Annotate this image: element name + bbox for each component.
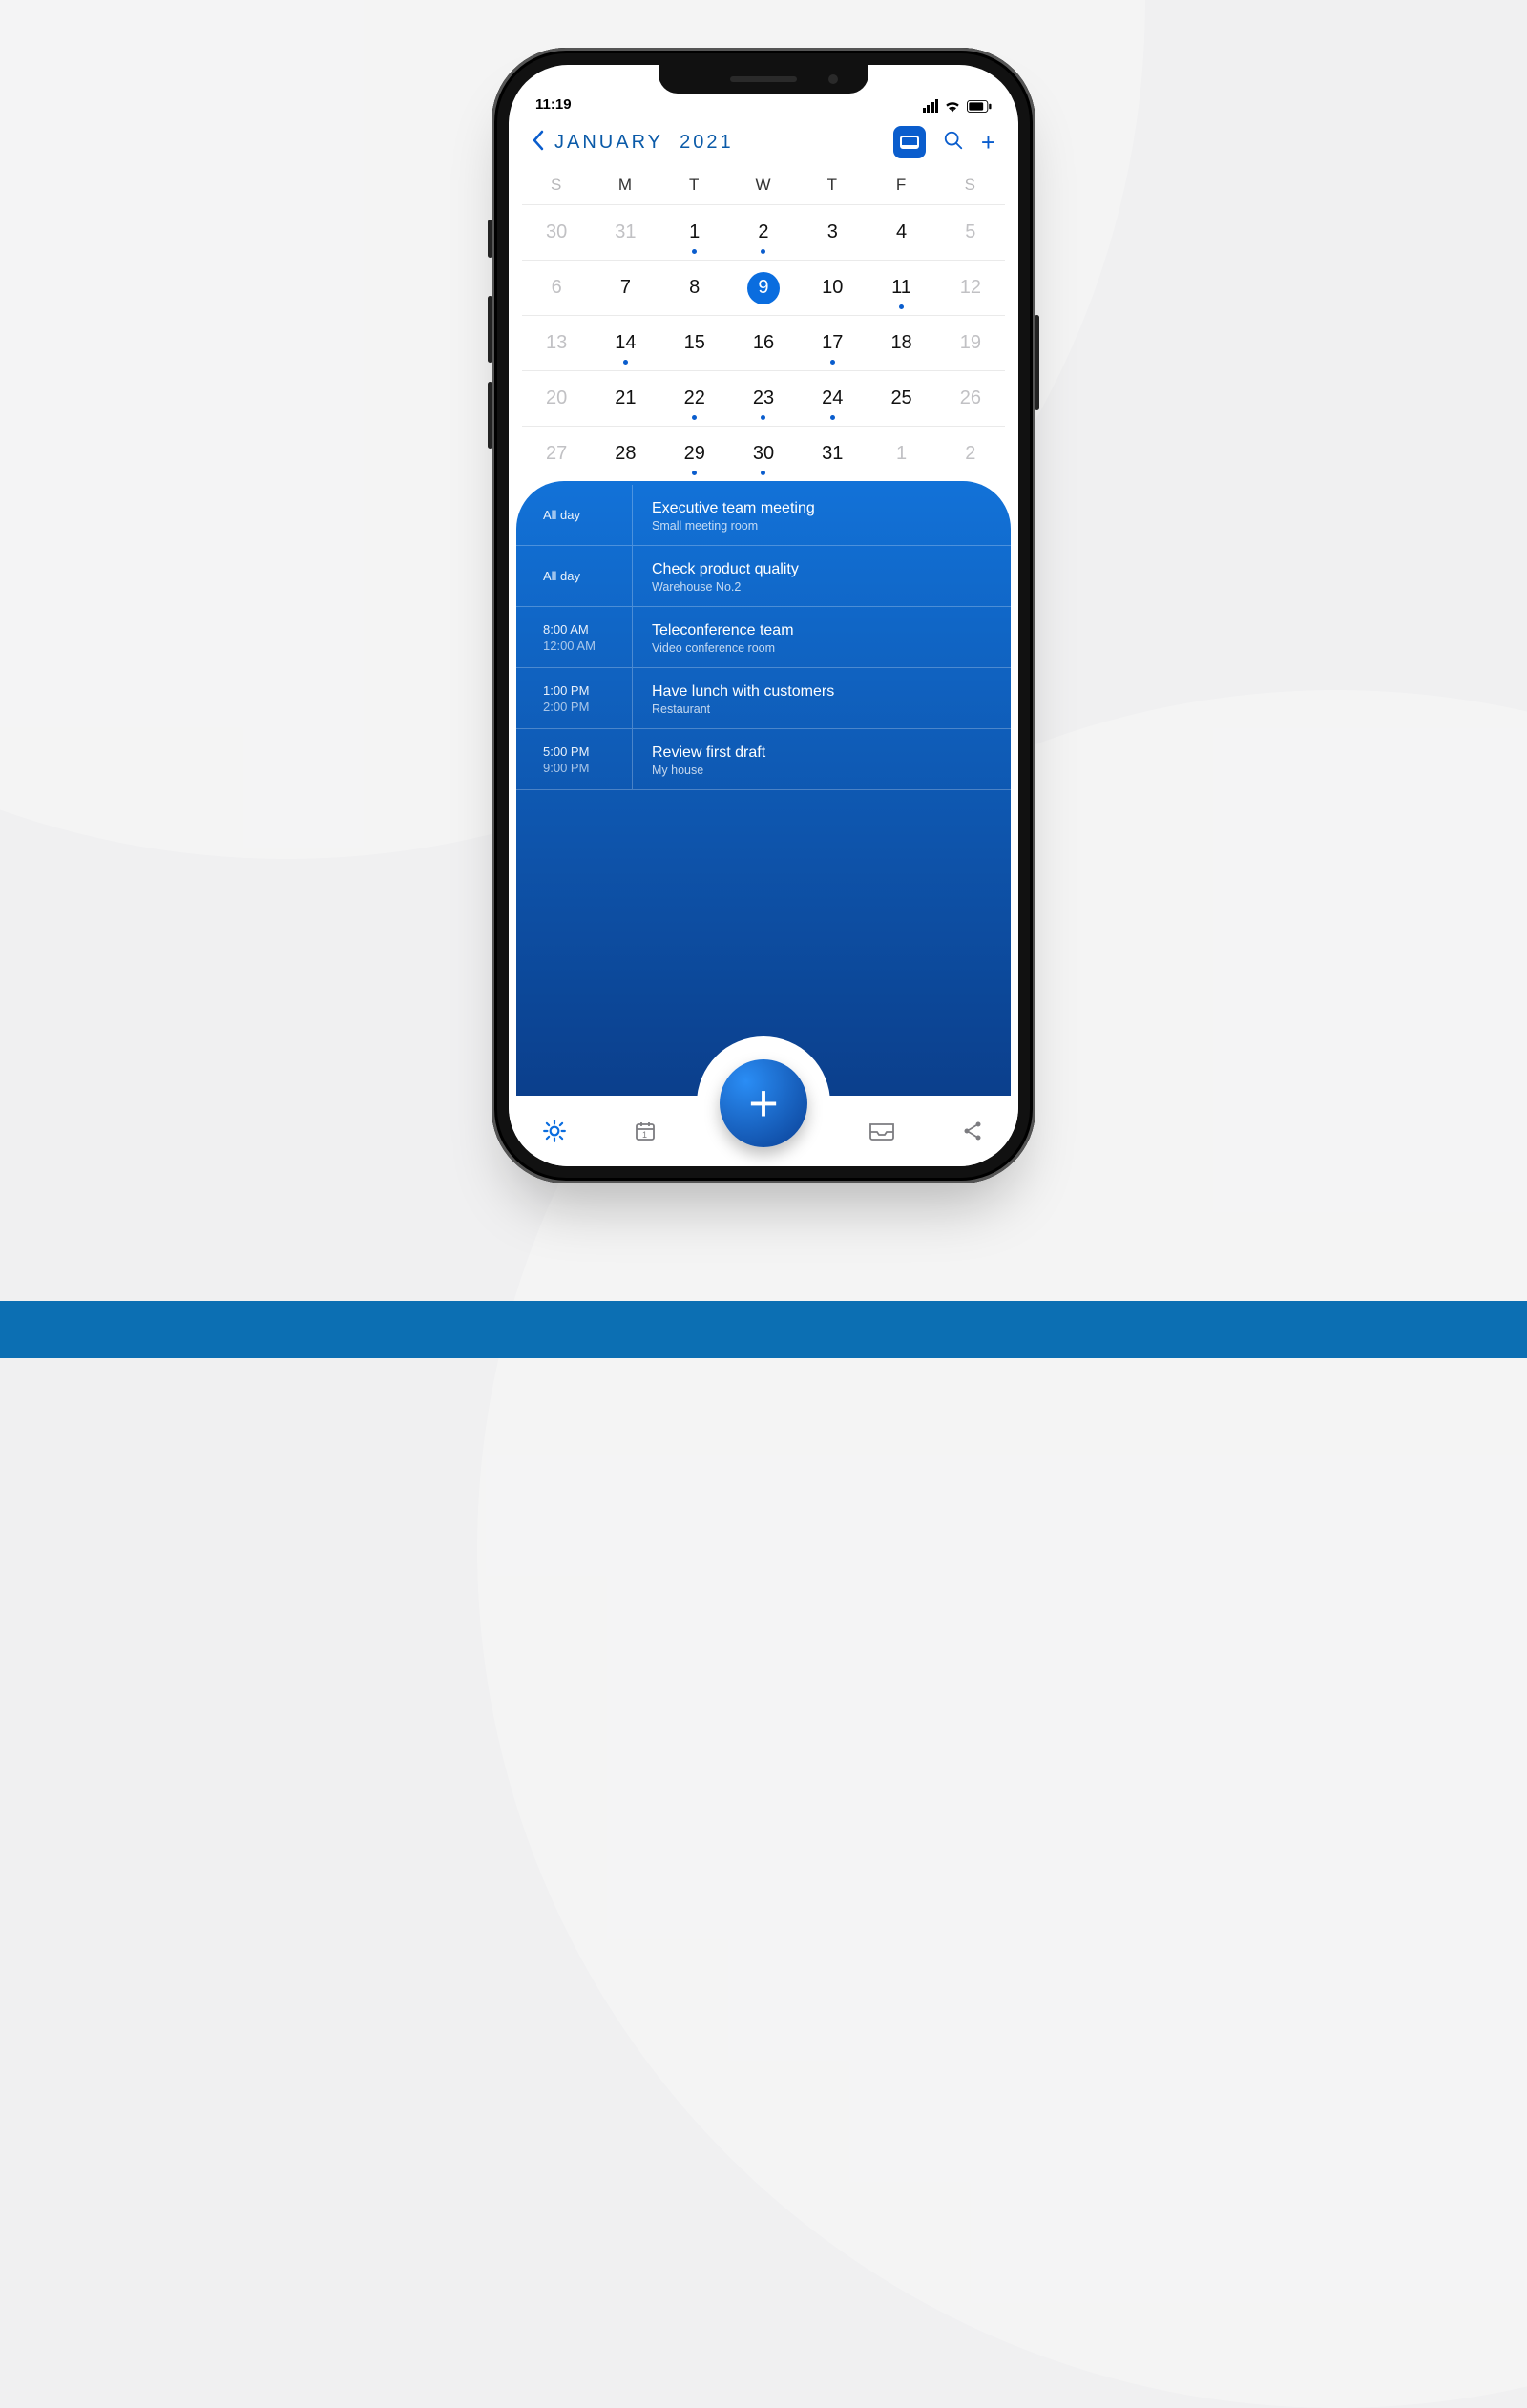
calendar-day[interactable]: 2	[936, 426, 1005, 481]
nav-share-icon[interactable]	[928, 1120, 1018, 1142]
event-row[interactable]: 5:00 PM9:00 PM Review first draft My house	[516, 729, 1011, 790]
calendar-day[interactable]: 14	[591, 315, 659, 370]
calendar-day[interactable]: 17	[798, 315, 867, 370]
nav-settings-icon[interactable]	[509, 1119, 599, 1143]
weekday-header: F	[867, 168, 935, 204]
status-time: 11:19	[535, 96, 572, 113]
calendar-day[interactable]: 26	[936, 370, 1005, 426]
event-location: Video conference room	[652, 641, 992, 655]
month-label[interactable]: JANUARY 2021	[554, 132, 734, 154]
weekday-header: S	[522, 168, 591, 204]
event-title: Check product quality	[652, 561, 992, 578]
nav-inbox-icon[interactable]	[836, 1120, 927, 1141]
event-row[interactable]: 1:00 PM2:00 PM Have lunch with customersR…	[516, 668, 1011, 729]
calendar-day[interactable]: 23	[729, 370, 798, 426]
weekday-header: S	[936, 168, 1005, 204]
calendar-day[interactable]: 30	[522, 204, 591, 260]
weekday-header: T	[660, 168, 729, 204]
calendar-day[interactable]: 22	[660, 370, 729, 426]
event-location: Small meeting room	[652, 519, 992, 533]
calendar-day[interactable]: 20	[522, 370, 591, 426]
calendar-day[interactable]: 31	[591, 204, 659, 260]
app-header: JANUARY 2021 +	[509, 113, 1018, 168]
event-location: Restaurant	[652, 702, 992, 716]
svg-text:1: 1	[642, 1130, 647, 1140]
event-title: Review first draft	[652, 744, 992, 762]
calendar-day[interactable]: 12	[936, 260, 1005, 315]
event-title: Executive team meeting	[652, 500, 992, 517]
search-icon[interactable]	[943, 130, 964, 156]
event-row[interactable]: All day Executive team meeting Small meeti…	[516, 485, 1011, 546]
calendar-grid: SMTWTFS 30311234567891011121314151617181…	[509, 168, 1018, 481]
event-location: Warehouse No.2	[652, 580, 992, 594]
calendar-day[interactable]: 3	[798, 204, 867, 260]
fab-add-button[interactable]: +	[720, 1059, 807, 1147]
event-row[interactable]: 8:00 AM12:00 AM Teleconference team Video …	[516, 607, 1011, 668]
event-title: Have lunch with customers	[652, 683, 992, 701]
event-location: My house	[652, 764, 992, 777]
calendar-day[interactable]: 2	[729, 204, 798, 260]
calendar-day[interactable]: 11	[867, 260, 935, 315]
calendar-day[interactable]: 7	[591, 260, 659, 315]
event-time: 8:00 AM12:00 AM	[516, 607, 633, 667]
calendar-day[interactable]: 8	[660, 260, 729, 315]
bottom-nav: + 1	[509, 1096, 1018, 1166]
back-chevron-icon[interactable]	[532, 130, 545, 155]
weekday-header: T	[798, 168, 867, 204]
calendar-day[interactable]: 18	[867, 315, 935, 370]
calendar-day[interactable]: 21	[591, 370, 659, 426]
calendar-day[interactable]: 24	[798, 370, 867, 426]
phone-frame: 11:19 JANUARY 2021	[492, 48, 1035, 1183]
calendar-day[interactable]: 19	[936, 315, 1005, 370]
calendar-day[interactable]: 9	[729, 260, 798, 315]
weekday-header: W	[729, 168, 798, 204]
weekday-header: M	[591, 168, 659, 204]
event-time: All day	[516, 485, 633, 545]
event-row[interactable]: All day Check product quality Warehouse No…	[516, 546, 1011, 607]
calendar-day[interactable]: 1	[867, 426, 935, 481]
event-time: All day	[516, 546, 633, 606]
calendar-day[interactable]: 29	[660, 426, 729, 481]
event-title: Teleconference team	[652, 622, 992, 639]
calendar-day[interactable]: 31	[798, 426, 867, 481]
page-footer-bar	[0, 1301, 1527, 1358]
calendar-day[interactable]: 15	[660, 315, 729, 370]
event-time: 1:00 PM2:00 PM	[516, 668, 633, 728]
calendar-day[interactable]: 6	[522, 260, 591, 315]
calendar-day[interactable]: 4	[867, 204, 935, 260]
calendar-day[interactable]: 5	[936, 204, 1005, 260]
calendar-day[interactable]: 16	[729, 315, 798, 370]
wifi-icon	[944, 99, 961, 113]
calendar-day[interactable]: 13	[522, 315, 591, 370]
battery-icon	[967, 100, 992, 113]
nav-calendar-icon[interactable]: 1	[599, 1120, 690, 1142]
phone-screen: 11:19 JANUARY 2021	[509, 65, 1018, 1166]
add-event-icon[interactable]: +	[981, 128, 995, 157]
calendar-day[interactable]: 25	[867, 370, 935, 426]
fab-well: +	[697, 1036, 830, 1166]
events-panel: All day Executive team meeting Small meeti…	[516, 481, 1011, 1096]
calendar-day[interactable]: 10	[798, 260, 867, 315]
calendar-day[interactable]: 30	[729, 426, 798, 481]
view-mode-button[interactable]	[893, 126, 926, 158]
signal-icon	[923, 99, 939, 113]
calendar-day[interactable]: 27	[522, 426, 591, 481]
event-time: 5:00 PM9:00 PM	[516, 729, 633, 789]
calendar-day[interactable]: 28	[591, 426, 659, 481]
calendar-day[interactable]: 1	[660, 204, 729, 260]
